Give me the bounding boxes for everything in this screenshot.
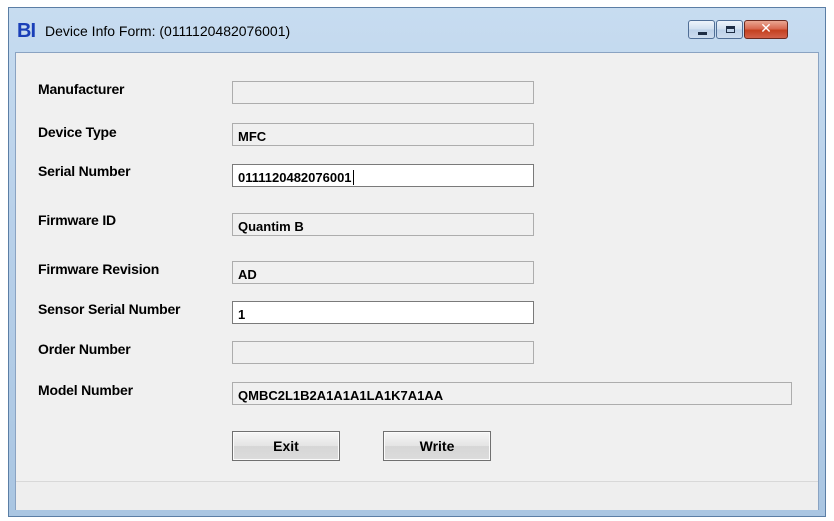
- sensor-serial-number-input[interactable]: 1: [232, 301, 534, 324]
- device-type-label: Device Type: [38, 124, 117, 140]
- status-bar: [16, 481, 818, 510]
- firmware-revision-field[interactable]: AD: [232, 261, 534, 284]
- title-bar[interactable]: BI Device Info Form: (0111120482076001) …: [9, 8, 825, 52]
- text-caret: [352, 170, 354, 185]
- close-button[interactable]: ✕: [744, 20, 788, 39]
- maximize-button[interactable]: [716, 20, 743, 39]
- write-button[interactable]: Write: [383, 431, 491, 461]
- order-number-field[interactable]: [232, 341, 534, 364]
- form-client-area: Manufacturer Device Type MFC Serial Numb…: [15, 52, 819, 510]
- app-logo-text: BI: [17, 20, 36, 42]
- manufacturer-field[interactable]: [232, 81, 534, 104]
- firmware-revision-label: Firmware Revision: [38, 261, 160, 277]
- minimize-button[interactable]: [688, 20, 715, 39]
- close-icon: ✕: [760, 21, 772, 37]
- firmware-id-field[interactable]: Quantim B: [232, 213, 534, 236]
- maximize-icon: [726, 26, 735, 33]
- app-logo-icon: BI: [17, 20, 36, 42]
- window-title: Device Info Form: (0111120482076001): [45, 23, 291, 39]
- model-number-field[interactable]: QMBC2L1B2A1A1A1LA1K7A1AA: [232, 382, 792, 405]
- exit-button[interactable]: Exit: [232, 431, 340, 461]
- order-number-label: Order Number: [38, 341, 131, 357]
- minimize-icon: [698, 32, 707, 35]
- serial-number-label: Serial Number: [38, 163, 131, 179]
- model-number-label: Model Number: [38, 382, 133, 398]
- device-info-window: BI Device Info Form: (0111120482076001) …: [8, 7, 826, 517]
- serial-number-value: 0111120482076001: [238, 170, 352, 185]
- device-type-field[interactable]: MFC: [232, 123, 534, 146]
- manufacturer-label: Manufacturer: [38, 81, 125, 97]
- serial-number-input[interactable]: 0111120482076001: [232, 164, 534, 187]
- sensor-serial-number-label: Sensor Serial Number: [38, 301, 181, 317]
- firmware-id-label: Firmware ID: [38, 212, 116, 228]
